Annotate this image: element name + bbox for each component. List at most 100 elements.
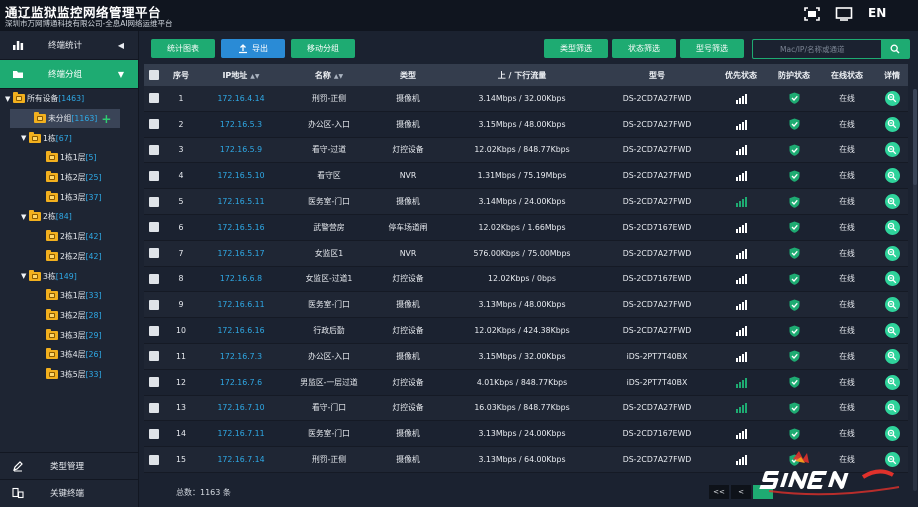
detail-button[interactable] [884,426,900,442]
sidebar-item-stats[interactable]: 终端统计 ◀ [0,31,138,60]
table-row[interactable]: 3 172.16.5.9 看守-过道 灯控设备 12.02Kbps / 848.77Kb… [144,137,908,164]
row-checkbox[interactable] [149,93,159,104]
row-checkbox[interactable] [149,144,159,155]
sidebar-item-key-terminal[interactable]: 关键终端 [0,479,138,505]
row-ip-link[interactable]: 172.16.6.11 [198,300,284,309]
status-filter-button[interactable]: 状态筛选 [612,39,676,58]
row-checkbox[interactable] [149,299,159,310]
detail-button[interactable] [884,116,900,132]
sidebar-item-type-mgmt[interactable]: 类型管理 [0,452,138,478]
detail-button[interactable] [884,374,900,390]
row-checkbox[interactable] [149,351,159,362]
row-ip-link[interactable]: 172.16.6.16 [198,326,284,335]
model-filter-button[interactable]: 型号筛选 [680,39,744,58]
scroll-thumb[interactable] [913,89,917,185]
table-row[interactable]: 6 172.16.5.16 武警营房 停车场道闸 12.02Kbps / 1.66Mbp… [144,214,908,241]
row-checkbox[interactable] [149,196,159,207]
col-name[interactable]: 名称 ▲▼ [284,70,374,81]
row-ip-link[interactable]: 172.16.7.10 [198,403,284,412]
select-all-checkbox[interactable] [149,70,159,80]
screen-icon[interactable] [835,6,853,22]
detail-button[interactable] [884,323,900,339]
row-ip-link[interactable]: 172.16.5.10 [198,171,284,180]
fullscreen-icon[interactable] [803,6,821,22]
detail-button[interactable] [884,142,900,158]
first-page-button[interactable]: << [709,485,729,499]
row-ip-link[interactable]: 172.16.7.6 [198,378,284,387]
table-row[interactable]: 13 172.16.7.10 看守-门口 灯控设备 16.03Kbps / 848.77… [144,395,908,422]
row-ip-link[interactable]: 172.16.5.11 [198,197,284,206]
language-switch[interactable]: EN [868,6,886,20]
table-row[interactable]: 10 172.16.6.16 行政后勤 灯控设备 12.02Kbps / 424.38K… [144,318,908,344]
tree-node-ungrouped[interactable]: 未分组 [1163] + [10,108,120,129]
table-row[interactable]: 2 172.16.5.3 办公区-入口 摄像机 3.15Mbps / 48.00Kbps… [144,111,908,138]
stats-chart-button[interactable]: 统计图表 [151,39,215,58]
detail-button[interactable] [884,400,900,416]
table-row[interactable]: 5 172.16.5.11 医务室-门口 摄像机 3.14Mbps / 24.00Kbp… [144,189,908,215]
detail-button[interactable] [884,168,900,184]
sort-icon[interactable]: ▲▼ [334,73,343,80]
row-checkbox[interactable] [149,119,159,130]
table-row[interactable]: 4 172.16.5.10 看守区 NVR 1.31Mbps / 75.19Mbps DS… [144,163,908,190]
table-row[interactable]: 11 172.16.7.3 办公区-入口 摄像机 3.15Mbps / 32.00Kbp… [144,343,908,370]
row-ip-link[interactable]: 172.16.5.17 [198,249,284,258]
row-checkbox[interactable] [149,454,159,465]
detail-button[interactable] [884,219,900,235]
row-checkbox[interactable] [149,273,159,284]
row-name: 看守区 [317,171,341,181]
tree-node-floor[interactable]: 3栋3层 [29] [0,325,138,345]
table-row[interactable]: 14 172.16.7.11 医务室-门口 摄像机 3.13Mbps / 24.00Kb… [144,421,908,448]
row-ip-link[interactable]: 172.16.5.3 [198,120,284,129]
row-checkbox[interactable] [149,248,159,259]
tree-node-floor[interactable]: 1栋2层 [25] [0,168,138,188]
row-checkbox[interactable] [149,377,159,388]
detail-button[interactable] [884,245,900,261]
sort-icon[interactable]: ▲▼ [250,73,259,80]
add-icon[interactable]: + [101,112,111,126]
tree-node-floor[interactable]: 2栋1层 [42] [0,227,138,247]
tree-node-floor[interactable]: 3栋2层 [28] [0,306,138,326]
sidebar-item-groups[interactable]: 终端分组 ▼ [0,60,138,89]
detail-button[interactable] [884,297,900,313]
row-checkbox[interactable] [149,325,159,336]
detail-button[interactable] [884,194,900,210]
row-name: 刑罚-正侧 [311,455,346,465]
row-ip-link[interactable]: 172.16.5.9 [198,145,284,154]
tree-node-floor[interactable]: 1栋1层 [5] [0,148,138,168]
detail-button[interactable] [884,90,900,106]
row-ip-link[interactable]: 172.16.7.14 [198,455,284,464]
tree-node-building2[interactable]: ▼ 2栋 [84] [0,207,138,227]
tree-node-floor[interactable]: 1栋3层 [37] [0,187,138,207]
tree-node-floor[interactable]: 3栋1层 [33] [0,286,138,306]
detail-button[interactable] [884,271,900,287]
type-filter-button[interactable]: 类型筛选 [544,39,608,58]
row-checkbox[interactable] [149,222,159,233]
table-row[interactable]: 7 172.16.5.17 女监区1 NVR 576.00Kbps / 75.00Mbp… [144,240,908,267]
export-button[interactable]: 导出 [221,39,285,58]
tree-node-floor[interactable]: 3栋5层 [33] [0,365,138,385]
search-input[interactable] [753,40,881,58]
tree-node-building1[interactable]: ▼ 1栋 [67] [0,128,138,148]
row-checkbox[interactable] [149,402,159,413]
row-ip-link[interactable]: 172.16.4.14 [198,94,284,103]
tree-node-all[interactable]: ▼ 所有设备 [1463] [0,89,138,109]
detail-button[interactable] [884,348,900,364]
row-checkbox[interactable] [149,170,159,181]
tree-node-building3[interactable]: ▼ 3栋 [149] [0,266,138,286]
prev-page-button[interactable]: < [731,485,751,499]
table-row[interactable]: 1 172.16.4.14 刑罚-正侧 摄像机 3.14Mbps / 32.00Kbps… [144,86,908,112]
tree-node-floor[interactable]: 2栋2层 [42] [0,247,138,267]
row-ip-link[interactable]: 172.16.7.3 [198,352,284,361]
table-row[interactable]: 8 172.16.6.8 女监区-过道1 灯控设备 12.02Kbps / 0bps DS… [144,266,908,293]
table-row[interactable]: 12 172.16.7.6 男监区-一层过道 灯控设备 4.01Kbps / 848.7… [144,369,908,396]
row-checkbox[interactable] [149,428,159,439]
row-ip-link[interactable]: 172.16.6.8 [198,274,284,283]
tree-node-floor[interactable]: 3栋4层 [26] [0,345,138,365]
table-scrollbar[interactable] [913,89,917,491]
search-button[interactable] [881,40,909,58]
row-ip-link[interactable]: 172.16.5.16 [198,223,284,232]
table-row[interactable]: 9 172.16.6.11 医务室-门口 摄像机 3.13Mbps / 48.00Kbp… [144,292,908,319]
move-group-button[interactable]: 移动分组 [291,39,355,58]
col-ip[interactable]: IP地址 ▲▼ [198,70,284,81]
row-ip-link[interactable]: 172.16.7.11 [198,429,284,438]
